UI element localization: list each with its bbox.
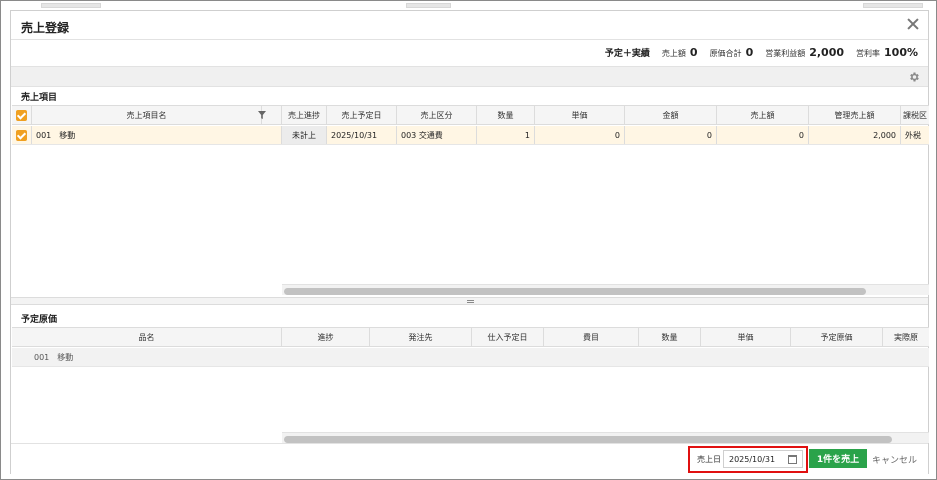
- row-progress: 未計上: [282, 126, 327, 144]
- pane-splitter[interactable]: [11, 297, 928, 305]
- scrollbar-thumb[interactable]: [284, 288, 866, 295]
- cancel-button[interactable]: キャンセル: [872, 453, 917, 466]
- summary-label-margin: 営利率: [856, 49, 881, 58]
- table-row[interactable]: 001 移動 未計上 2025/10/31 003 交通費 1 0 0 0 2,…: [12, 126, 929, 145]
- row-managed-sales: 2,000: [809, 126, 901, 144]
- planned-costs-h-scrollbar[interactable]: [282, 432, 929, 443]
- summary-label-profit: 営業利益額: [765, 49, 806, 58]
- check-icon: [16, 129, 27, 141]
- col-tax[interactable]: 課税区: [901, 106, 929, 124]
- col-purchase-date[interactable]: 仕入予定日: [472, 328, 544, 346]
- calendar-icon[interactable]: [788, 455, 797, 464]
- cost-group-label: 001 移動: [34, 352, 74, 362]
- sales-items-h-scrollbar[interactable]: [282, 284, 929, 295]
- screenshot-frame: 売上登録 予定＋実績 売上額 0 原価合計 0 営業利益額 2,000 営利率 …: [0, 0, 937, 480]
- list-item: 001 移動: [12, 348, 929, 367]
- summary-bar: 予定＋実績 売上額 0 原価合計 0 営業利益額 2,000 営利率 100%: [605, 46, 918, 62]
- col-progress[interactable]: 売上進捗: [282, 106, 327, 124]
- col-product-name[interactable]: 品名: [12, 328, 282, 346]
- scrollbar-thumb[interactable]: [284, 436, 892, 443]
- check-icon: [16, 109, 27, 121]
- gear-icon[interactable]: [908, 71, 920, 83]
- planned-costs-header: 品名 進捗 発注先 仕入予定日 費目 数量 単価 予定原価 実際原: [12, 328, 929, 347]
- sales-items-grid: 売上項目名 売上進捗 売上予定日 売上区分 数量 単価 金額 売上額 管理売上額…: [12, 105, 929, 295]
- select-all-checkbox[interactable]: [12, 106, 32, 124]
- summary-label-cost: 原価合計: [709, 49, 742, 58]
- filter-icon[interactable]: [242, 106, 282, 124]
- row-amount: 0: [625, 126, 717, 144]
- col-planned-cost[interactable]: 予定原価: [791, 328, 883, 346]
- col-category[interactable]: 売上区分: [397, 106, 477, 124]
- col-managed-sales[interactable]: 管理売上額: [809, 106, 901, 124]
- summary-value-margin: 100%: [884, 46, 918, 59]
- dialog-title: 売上登録: [21, 21, 70, 35]
- sales-date-label: 売上日: [697, 455, 721, 464]
- col-amount[interactable]: 金額: [625, 106, 717, 124]
- row-category[interactable]: 003 交通費: [397, 126, 477, 144]
- submit-sales-button[interactable]: 1件を売上: [809, 449, 867, 468]
- col-unit-price[interactable]: 単価: [535, 106, 625, 124]
- col-expense-item[interactable]: 費目: [544, 328, 639, 346]
- summary-value-cost: 0: [745, 46, 754, 59]
- planned-costs-grid: 品名 進捗 発注先 仕入予定日 費目 数量 単価 予定原価 実際原 001 移動: [12, 327, 929, 443]
- sales-items-title: 売上項目: [21, 93, 58, 103]
- row-item-name: 001 移動: [32, 126, 282, 144]
- col-sales-amount[interactable]: 売上額: [717, 106, 809, 124]
- dialog-footer: 売上日 2025/10/31 1件を売上 キャンセル: [11, 443, 928, 474]
- summary-value-sales: 0: [689, 46, 698, 59]
- sales-date-value: 2025/10/31: [729, 454, 776, 464]
- row-unit-price[interactable]: 0: [535, 126, 625, 144]
- summary-value-profit: 2,000: [809, 46, 845, 59]
- planned-costs-title: 予定原価: [21, 315, 58, 325]
- col-quantity[interactable]: 数量: [477, 106, 535, 124]
- close-icon[interactable]: [906, 17, 920, 31]
- background-strip: [1, 1, 936, 10]
- col-actual-cost[interactable]: 実際原: [883, 328, 929, 346]
- col-planned-date[interactable]: 売上予定日: [327, 106, 397, 124]
- title-divider: [11, 39, 928, 40]
- sales-items-header: 売上項目名 売上進捗 売上予定日 売上区分 数量 単価 金額 売上額 管理売上額…: [12, 106, 929, 125]
- row-tax: 外税: [905, 130, 921, 140]
- row-quantity[interactable]: 1: [477, 126, 535, 144]
- sales-date-input[interactable]: 2025/10/31: [723, 450, 803, 468]
- drag-handle-icon[interactable]: [467, 300, 474, 303]
- col-cost-progress[interactable]: 進捗: [282, 328, 370, 346]
- row-planned-date[interactable]: 2025/10/31: [327, 126, 397, 144]
- summary-mode: 予定＋実績: [604, 49, 650, 59]
- summary-label-sales: 売上額: [661, 49, 686, 58]
- row-checkbox[interactable]: [12, 126, 32, 144]
- col-item-name[interactable]: 売上項目名: [32, 106, 262, 124]
- row-sales-amount: 0: [717, 126, 809, 144]
- col-supplier[interactable]: 発注先: [370, 328, 472, 346]
- toolbar-strip: [11, 66, 928, 87]
- col-cost-unit-price[interactable]: 単価: [701, 328, 791, 346]
- sales-registration-dialog: 売上登録 予定＋実績 売上額 0 原価合計 0 営業利益額 2,000 営利率 …: [10, 10, 929, 474]
- col-cost-quantity[interactable]: 数量: [639, 328, 701, 346]
